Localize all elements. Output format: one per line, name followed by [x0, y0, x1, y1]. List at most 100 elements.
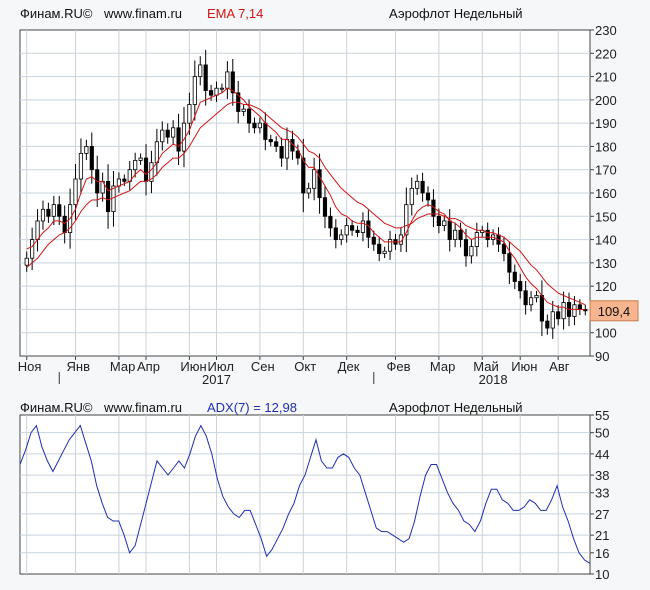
- candle-body: [57, 204, 62, 217]
- candle-body: [35, 220, 40, 240]
- price-y-tick-label: 210: [595, 70, 617, 85]
- candle-body: [187, 104, 192, 124]
- candle-body: [138, 157, 143, 161]
- candle-body: [40, 208, 46, 222]
- candle-body: [252, 122, 257, 129]
- candle-body: [556, 311, 561, 320]
- candle-body: [387, 239, 393, 252]
- candle-body: [84, 146, 89, 154]
- candle-body: [371, 236, 376, 245]
- candle-body: [192, 76, 197, 105]
- candle-body: [518, 281, 523, 292]
- candle-body: [268, 139, 273, 143]
- candle-body: [160, 129, 165, 143]
- candle-body: [501, 243, 507, 254]
- price-month-label: Июн: [511, 359, 537, 374]
- candle-body: [154, 141, 159, 164]
- candle-body: [328, 215, 333, 229]
- candle-body: [171, 127, 176, 138]
- candle-body: [409, 187, 414, 206]
- candle-body: [377, 243, 382, 254]
- candle-body: [143, 157, 149, 182]
- adx-y-tick-label: 55: [595, 408, 609, 423]
- candle-body: [225, 71, 230, 89]
- candle-body: [198, 64, 203, 77]
- candle-body: [257, 122, 262, 129]
- adx-y-tick-label: 27: [595, 507, 609, 522]
- price-year-label: 2018: [479, 372, 508, 387]
- adx-series-line: [19, 424, 591, 564]
- price-y-tick-label: 140: [595, 233, 617, 248]
- candle-body: [89, 146, 94, 171]
- candle-body: [279, 146, 284, 159]
- candle-body: [62, 215, 67, 233]
- candle-body: [111, 185, 116, 213]
- candle-body: [447, 220, 452, 240]
- candle-body: [572, 304, 577, 317]
- price-month-label: Дек: [338, 359, 360, 374]
- candle-body: [246, 108, 252, 124]
- price-y-tick-label: 180: [595, 139, 617, 154]
- candle-body: [263, 122, 268, 140]
- candle-body: [78, 153, 84, 180]
- adx-y-tick-label: 21: [595, 528, 609, 543]
- candle-body: [420, 180, 425, 194]
- candle-body: [534, 295, 539, 299]
- price-month-label: Мар: [110, 359, 135, 374]
- price-month-label: Апр: [137, 359, 160, 374]
- candle-body: [453, 229, 458, 240]
- candle-body: [241, 108, 246, 112]
- candle-body: [350, 225, 355, 231]
- candle-body: [333, 227, 338, 240]
- candle-body: [46, 208, 51, 217]
- candle-body: [73, 178, 78, 206]
- price-y-tick-label: 200: [595, 93, 617, 108]
- adx-y-tick-label: 50: [595, 426, 609, 441]
- candle-body: [51, 204, 56, 217]
- adx-y-tick-label: 38: [595, 468, 609, 483]
- candle-body: [436, 215, 441, 227]
- price-y-tick-label: 90: [595, 349, 609, 364]
- price-month-label: Окт: [294, 359, 316, 374]
- price-y-tick-label: 100: [595, 326, 617, 341]
- candle-body: [105, 180, 111, 213]
- price-month-label: Ноя: [18, 359, 42, 374]
- last-price-label: 109,4: [598, 304, 631, 319]
- candle-body: [284, 139, 290, 159]
- candle-body: [274, 141, 279, 147]
- candle-body: [312, 169, 317, 189]
- candle-body: [24, 257, 29, 266]
- candle-body: [550, 311, 555, 329]
- price-year-label: 2017: [202, 372, 231, 387]
- candle-body: [301, 157, 306, 194]
- candle-body: [219, 87, 225, 90]
- price-y-tick-label: 150: [595, 209, 617, 224]
- price-chart: 9010011012013014015016017018019020021022…: [18, 23, 639, 387]
- candle-body: [306, 187, 311, 194]
- candle-body: [382, 250, 387, 254]
- candle-body: [322, 197, 328, 217]
- candle-body: [344, 225, 349, 236]
- adx-site-link[interactable]: www.finam.ru: [104, 400, 182, 415]
- price-y-tick-label: 120: [595, 279, 617, 294]
- candle-body: [458, 229, 463, 240]
- adx-indicator-label: ADX(7) = 12,98: [207, 400, 297, 415]
- candle-body: [545, 320, 550, 329]
- candle-body: [30, 239, 35, 259]
- candle-body: [366, 220, 371, 238]
- candle-body: [355, 229, 360, 233]
- adx-source-label: Финам.RU©: [20, 400, 93, 415]
- candle-body: [133, 159, 138, 171]
- candle-body: [512, 271, 517, 282]
- candle-body: [469, 246, 474, 257]
- candle-body: [463, 239, 469, 257]
- candle-body: [507, 253, 512, 273]
- candle-body: [203, 64, 208, 91]
- candle-body: [442, 220, 447, 226]
- adx-y-tick-label: 33: [595, 486, 609, 501]
- adx-plot-area: [19, 414, 591, 575]
- price-y-tick-label: 170: [595, 163, 617, 178]
- price-month-label: Фев: [386, 359, 410, 374]
- price-y-tick-label: 160: [595, 186, 617, 201]
- candle-body: [122, 178, 127, 182]
